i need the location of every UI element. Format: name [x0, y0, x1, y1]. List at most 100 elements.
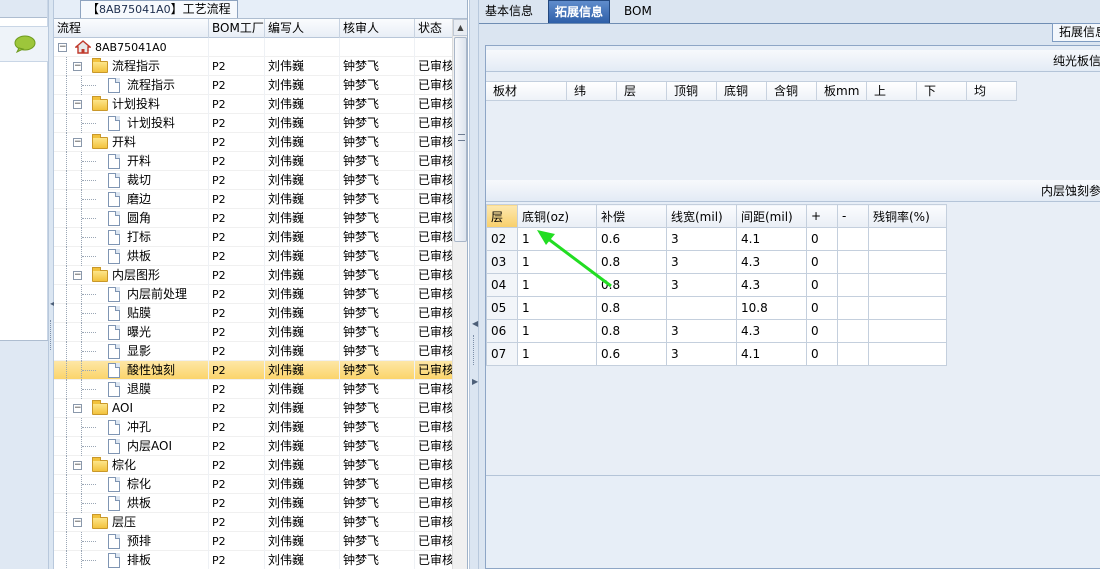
col-header-average[interactable]: 均 — [967, 82, 1017, 101]
col-header-bom-factory[interactable]: BOM工厂 — [209, 19, 265, 38]
residual-copper-cell[interactable] — [868, 227, 947, 251]
collapse-toggle-icon[interactable]: − — [73, 271, 82, 280]
col-header-top-copper[interactable]: 顶铜 — [667, 82, 717, 101]
etch-row[interactable]: 06 1 0.8 3 4.3 0 — [486, 319, 947, 343]
collapse-toggle-icon[interactable]: − — [73, 461, 82, 470]
tree-node[interactable]: − AOI — [54, 399, 209, 418]
right-splitter[interactable]: ◀ ▶ — [469, 0, 479, 569]
splitter-grip[interactable] — [473, 335, 477, 365]
tree-row[interactable]: 排板 P2 刘伟巍 钟梦飞 已审核 — [54, 551, 455, 569]
tree-row[interactable]: 退膜 P2 刘伟巍 钟梦飞 已审核 — [54, 380, 455, 399]
col-header-copper-content[interactable]: 含铜 — [767, 82, 817, 101]
tree-node[interactable]: 预排 — [54, 532, 209, 551]
etch-row[interactable]: 07 1 0.6 3 4.1 0 — [486, 342, 947, 366]
tree-row[interactable]: 计划投料 P2 刘伟巍 钟梦飞 已审核 — [54, 114, 455, 133]
col-header-compensation[interactable]: 补偿 — [596, 204, 667, 228]
tree-row[interactable]: 曝光 P2 刘伟巍 钟梦飞 已审核 — [54, 323, 455, 342]
tree-row[interactable]: 打标 P2 刘伟巍 钟梦飞 已审核 — [54, 228, 455, 247]
line-width-cell[interactable]: 3 — [666, 250, 737, 274]
col-header-residual-copper[interactable]: 残铜率(%) — [868, 204, 947, 228]
tree-row[interactable]: − 计划投料 P2 刘伟巍 钟梦飞 已审核 — [54, 95, 455, 114]
tree-node[interactable]: − 流程指示 — [54, 57, 209, 76]
tree-node[interactable]: 打标 — [54, 228, 209, 247]
line-width-cell[interactable]: 3 — [666, 319, 737, 343]
etch-row[interactable]: 02 1 0.6 3 4.1 0 — [486, 227, 947, 251]
etch-row[interactable]: 03 1 0.8 3 4.3 0 — [486, 250, 947, 274]
col-header-board[interactable]: 板材 — [486, 82, 567, 101]
compensation-cell[interactable]: 0.8 — [596, 296, 667, 320]
minus-cell[interactable] — [837, 227, 869, 251]
tab-extended-info[interactable]: 拓展信息 — [548, 0, 611, 23]
col-header-minus[interactable]: - — [837, 204, 869, 228]
spacing-cell[interactable]: 4.1 — [736, 342, 807, 366]
residual-copper-cell[interactable] — [868, 250, 947, 274]
base-copper-cell[interactable]: 1 — [517, 319, 597, 343]
tree-node[interactable]: 流程指示 — [54, 76, 209, 95]
chat-button[interactable] — [0, 26, 48, 62]
tree-row[interactable]: − AOI P2 刘伟巍 钟梦飞 已审核 — [54, 399, 455, 418]
collapse-toggle-icon[interactable]: − — [73, 404, 82, 413]
tree-row[interactable]: 烘板 P2 刘伟巍 钟梦飞 已审核 — [54, 494, 455, 513]
scroll-up-icon[interactable]: ▲ — [453, 19, 467, 36]
tree-row[interactable]: 流程指示 P2 刘伟巍 钟梦飞 已审核 — [54, 76, 455, 95]
base-copper-cell[interactable]: 1 — [517, 227, 597, 251]
tree-row[interactable]: − 8AB75041A0 — [54, 38, 455, 57]
plus-cell[interactable]: 0 — [806, 319, 838, 343]
col-header-bottom-copper[interactable]: 底铜 — [717, 82, 767, 101]
tree-node[interactable]: 开料 — [54, 152, 209, 171]
base-copper-cell[interactable]: 1 — [517, 250, 597, 274]
tree-row[interactable]: 圆角 P2 刘伟巍 钟梦飞 已审核 — [54, 209, 455, 228]
col-header-layer[interactable]: 层 — [486, 204, 518, 228]
tree-node[interactable]: 棕化 — [54, 475, 209, 494]
line-width-cell[interactable] — [666, 296, 737, 320]
plus-cell[interactable]: 0 — [806, 250, 838, 274]
tree-row-selected[interactable]: 酸性蚀刻 P2 刘伟巍 钟梦飞 已审核 — [54, 361, 455, 380]
base-copper-cell[interactable]: 1 — [517, 296, 597, 320]
tree-row[interactable]: − 层压 P2 刘伟巍 钟梦飞 已审核 — [54, 513, 455, 532]
base-copper-cell[interactable]: 1 — [517, 342, 597, 366]
etch-row[interactable]: 04 1 0.8 3 4.3 0 — [486, 273, 947, 297]
compensation-cell[interactable]: 0.8 — [596, 273, 667, 297]
residual-copper-cell[interactable] — [868, 273, 947, 297]
col-header-plus[interactable]: + — [806, 204, 838, 228]
tree-row[interactable]: 烘板 P2 刘伟巍 钟梦飞 已审核 — [54, 247, 455, 266]
collapse-arrow-icon[interactable]: ◀ — [472, 320, 478, 328]
spacing-cell[interactable]: 4.3 — [736, 319, 807, 343]
tree-row[interactable]: − 开料 P2 刘伟巍 钟梦飞 已审核 — [54, 133, 455, 152]
tree-row[interactable]: 显影 P2 刘伟巍 钟梦飞 已审核 — [54, 342, 455, 361]
residual-copper-cell[interactable] — [868, 319, 947, 343]
tree-row[interactable]: 棕化 P2 刘伟巍 钟梦飞 已审核 — [54, 475, 455, 494]
tree-node[interactable]: 内层AOI — [54, 437, 209, 456]
plus-cell[interactable]: 0 — [806, 273, 838, 297]
spacing-cell[interactable]: 4.1 — [736, 227, 807, 251]
tree-node[interactable]: − 内层图形 — [54, 266, 209, 285]
scroll-thumb[interactable] — [454, 37, 467, 242]
plus-cell[interactable]: 0 — [806, 227, 838, 251]
tree-node[interactable]: 排板 — [54, 551, 209, 569]
col-header-spacing[interactable]: 间距(mil) — [736, 204, 807, 228]
col-header-weft[interactable]: 纬 — [567, 82, 617, 101]
tree-node[interactable]: − 8AB75041A0 — [54, 38, 209, 57]
minus-cell[interactable] — [837, 250, 869, 274]
compensation-cell[interactable]: 0.6 — [596, 342, 667, 366]
tree-row[interactable]: 开料 P2 刘伟巍 钟梦飞 已审核 — [54, 152, 455, 171]
tree-node[interactable]: 烘板 — [54, 247, 209, 266]
col-header-line-width[interactable]: 线宽(mil) — [666, 204, 737, 228]
collapse-toggle-icon[interactable]: − — [73, 518, 82, 527]
line-width-cell[interactable]: 3 — [666, 342, 737, 366]
plus-cell[interactable]: 0 — [806, 296, 838, 320]
tree-row[interactable]: 内层AOI P2 刘伟巍 钟梦飞 已审核 — [54, 437, 455, 456]
tree-row[interactable]: − 棕化 P2 刘伟巍 钟梦飞 已审核 — [54, 456, 455, 475]
tab-bom[interactable]: BOM — [618, 0, 658, 23]
tree-row[interactable]: − 流程指示 P2 刘伟巍 钟梦飞 已审核 — [54, 57, 455, 76]
spacing-cell[interactable]: 4.3 — [736, 273, 807, 297]
tree-node[interactable]: − 开料 — [54, 133, 209, 152]
tree-node[interactable]: 酸性蚀刻 — [54, 361, 209, 380]
compensation-cell[interactable]: 0.6 — [596, 227, 667, 251]
col-header-upper[interactable]: 上 — [867, 82, 917, 101]
tree-node[interactable]: 内层前处理 — [54, 285, 209, 304]
col-header-author[interactable]: 编写人 — [265, 19, 340, 38]
col-header-layer[interactable]: 层 — [617, 82, 667, 101]
minus-cell[interactable] — [837, 342, 869, 366]
tree-node[interactable]: 退膜 — [54, 380, 209, 399]
